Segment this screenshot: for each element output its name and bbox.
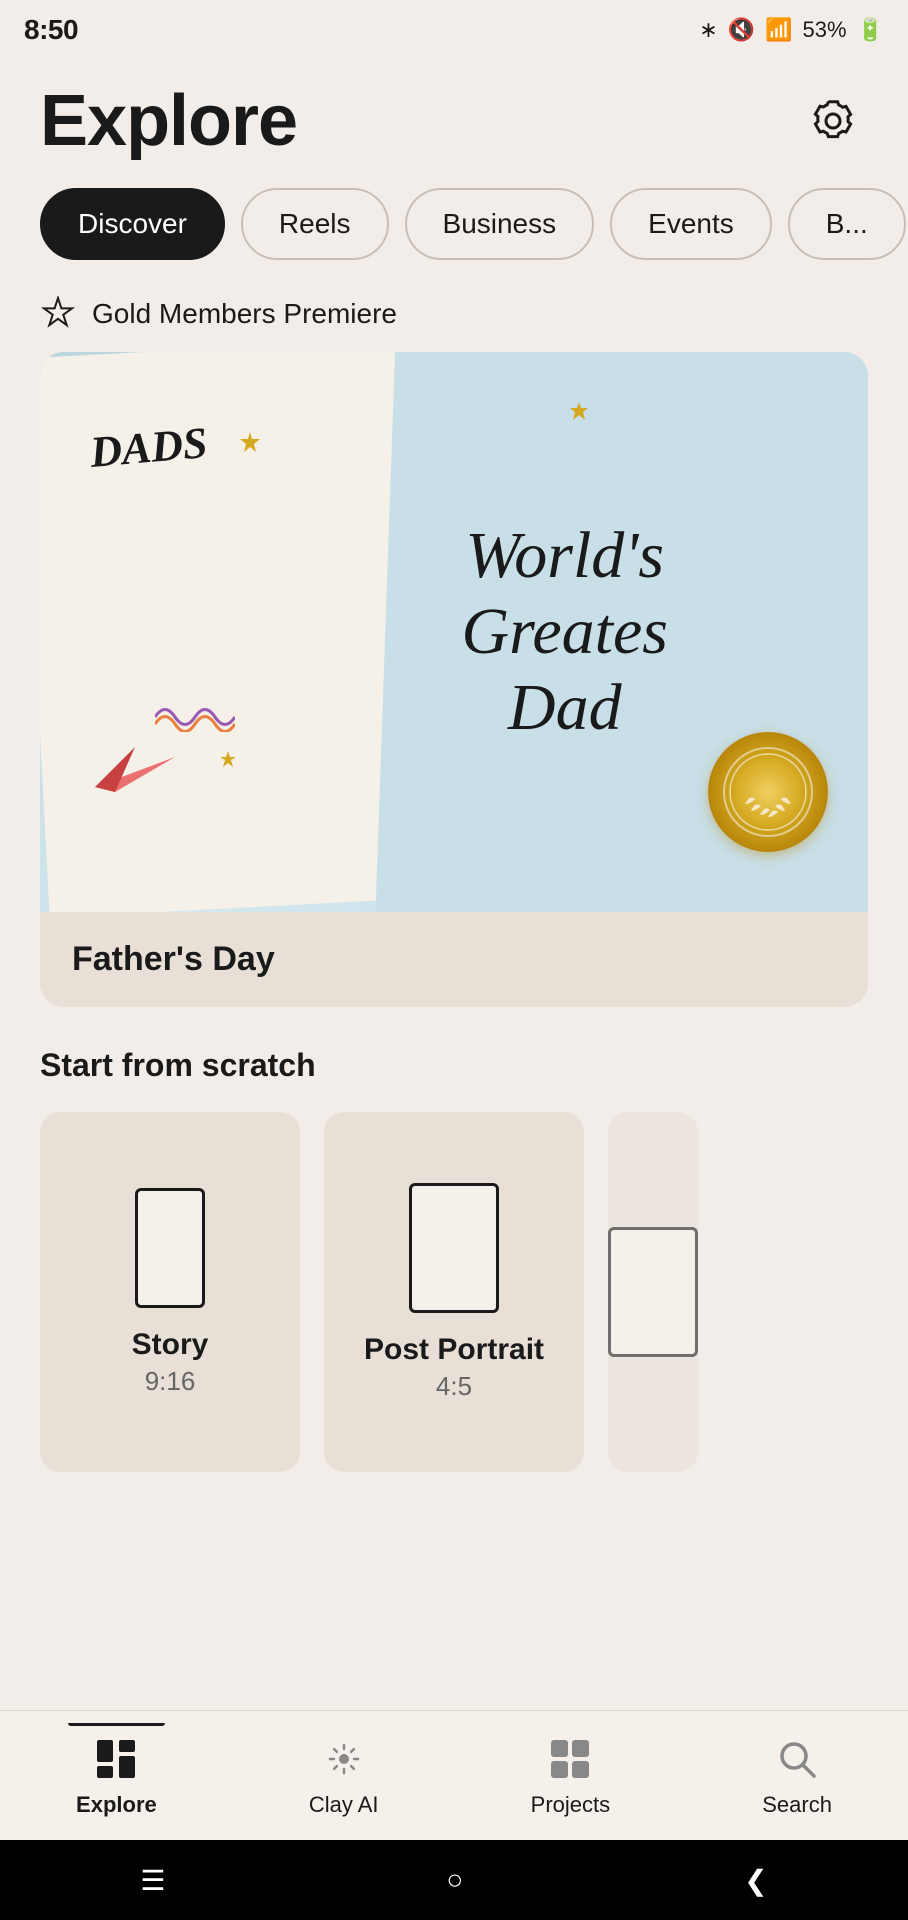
gold-section-label: Gold Members Premiere bbox=[0, 280, 908, 352]
scratch-card-story[interactable]: Story 9:16 bbox=[40, 1112, 300, 1472]
feature-card-main-text: World'sGreatesDad bbox=[461, 518, 808, 746]
gold-dot-3 bbox=[570, 402, 588, 425]
projects-icon bbox=[545, 1734, 595, 1784]
mute-icon: 🔇 bbox=[728, 17, 755, 43]
bottom-nav: Explore Clay AI bbox=[0, 1710, 908, 1840]
paper-plane bbox=[95, 737, 175, 802]
android-recent-btn[interactable]: ☰ bbox=[140, 1864, 165, 1897]
nav-label-projects: Projects bbox=[531, 1792, 610, 1818]
nav-label-clay-ai: Clay AI bbox=[309, 1792, 379, 1818]
android-back-btn[interactable]: ❮ bbox=[744, 1864, 767, 1897]
battery-icon: 🔋 bbox=[857, 17, 884, 43]
scratch-card-more[interactable] bbox=[608, 1112, 698, 1472]
wifi-icon: 📶 bbox=[765, 17, 792, 43]
battery-text: 53% bbox=[803, 17, 847, 43]
header: Explore bbox=[0, 60, 908, 172]
status-icons: ∗ 🔇 📶 53% 🔋 bbox=[699, 17, 884, 43]
post-portrait-ratio: 4:5 bbox=[364, 1371, 544, 1402]
status-time: 8:50 bbox=[24, 14, 78, 46]
nav-item-explore[interactable]: Explore bbox=[56, 1724, 177, 1828]
tab-business[interactable]: Business bbox=[405, 188, 595, 260]
scratch-section: Start from scratch Story 9:16 Post Portr… bbox=[0, 1007, 908, 1492]
tab-reels[interactable]: Reels bbox=[241, 188, 389, 260]
dads-text: DADS bbox=[88, 417, 209, 478]
feature-card-image: DADS Worl bbox=[40, 352, 868, 912]
scratch-title: Start from scratch bbox=[40, 1047, 868, 1084]
feature-card-label: Father's Day bbox=[40, 912, 868, 1007]
nav-item-projects[interactable]: Projects bbox=[511, 1724, 630, 1828]
android-nav-bar: ☰ ○ ❮ bbox=[0, 1840, 908, 1920]
gold-seal bbox=[708, 732, 828, 852]
star-icon bbox=[40, 296, 76, 332]
gear-icon bbox=[807, 95, 859, 147]
post-portrait-name: Post Portrait bbox=[364, 1333, 544, 1367]
page-title: Explore bbox=[40, 80, 297, 162]
tab-discover[interactable]: Discover bbox=[40, 188, 225, 260]
scratch-card-post-portrait[interactable]: Post Portrait 4:5 bbox=[324, 1112, 584, 1472]
android-home-btn[interactable]: ○ bbox=[446, 1864, 463, 1896]
status-bar: 8:50 ∗ 🔇 📶 53% 🔋 bbox=[0, 0, 908, 60]
settings-button[interactable] bbox=[798, 86, 868, 156]
squiggle bbox=[155, 702, 235, 737]
nav-label-explore: Explore bbox=[76, 1792, 157, 1818]
story-icon bbox=[135, 1188, 205, 1308]
more-card-icon bbox=[608, 1227, 698, 1357]
story-name: Story bbox=[132, 1328, 209, 1362]
explore-icon bbox=[91, 1734, 141, 1784]
clay-ai-icon bbox=[319, 1734, 369, 1784]
nav-label-search: Search bbox=[762, 1792, 832, 1818]
feature-card[interactable]: DADS Worl bbox=[40, 352, 868, 1007]
post-portrait-icon bbox=[409, 1183, 499, 1313]
gold-dot-2 bbox=[220, 751, 236, 772]
scratch-cards: Story 9:16 Post Portrait 4:5 bbox=[40, 1112, 868, 1472]
bluetooth-icon: ∗ bbox=[699, 17, 717, 43]
filter-tabs: Discover Reels Business Events B... bbox=[0, 172, 908, 280]
nav-item-clay-ai[interactable]: Clay AI bbox=[289, 1724, 399, 1828]
story-ratio: 9:16 bbox=[132, 1366, 209, 1397]
tab-extra[interactable]: B... bbox=[788, 188, 906, 260]
tab-events[interactable]: Events bbox=[610, 188, 772, 260]
gold-dot-1 bbox=[240, 432, 260, 457]
gold-section-text: Gold Members Premiere bbox=[92, 298, 397, 330]
nav-item-search[interactable]: Search bbox=[742, 1724, 852, 1828]
search-icon bbox=[772, 1734, 822, 1784]
